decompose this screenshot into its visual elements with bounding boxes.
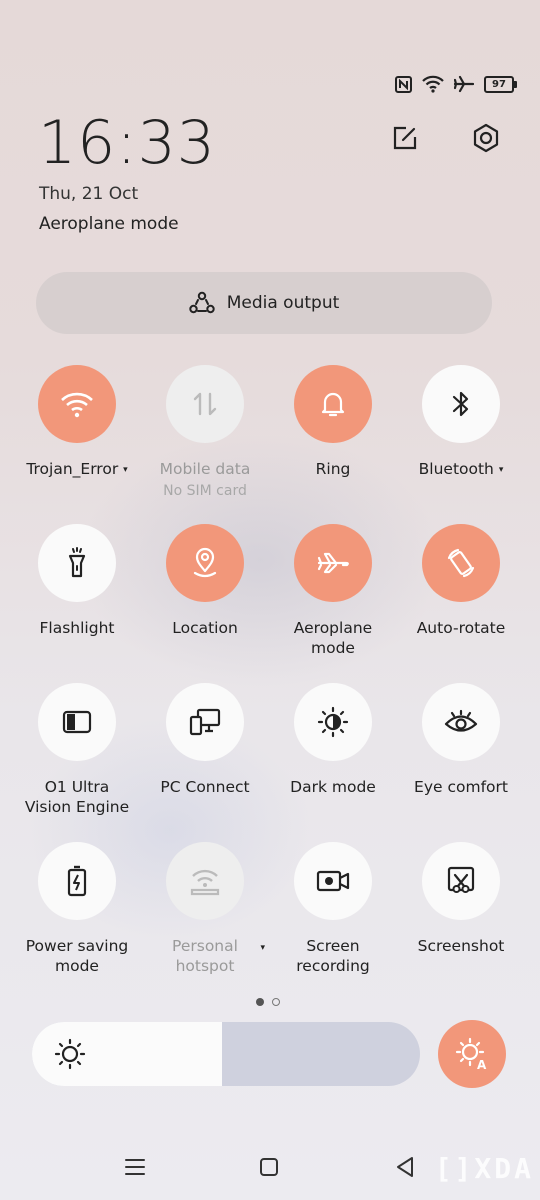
tile-wifi-toggle[interactable]: [38, 365, 116, 443]
bluetooth-icon: [452, 391, 469, 417]
tile-eye-comfort-toggle[interactable]: [422, 683, 500, 761]
nfc-icon: [395, 75, 412, 93]
settings-button[interactable]: [466, 118, 506, 158]
brightness-slider[interactable]: [32, 1022, 420, 1086]
tile-bluetooth-toggle[interactable]: [422, 365, 500, 443]
tile-personal-hotspot-label[interactable]: Personal hotspot ▾: [141, 936, 269, 976]
menu-icon[interactable]: [124, 1158, 146, 1176]
tile-screenshot[interactable]: Screenshot: [397, 842, 525, 956]
bluetooth-caret-icon[interactable]: ▾: [499, 465, 504, 475]
battery-indicator: 97: [484, 75, 517, 93]
wifi-status-icon: [422, 75, 444, 93]
tile-auto-rotate-label: Auto-rotate: [416, 619, 506, 637]
dark-mode-icon: [317, 706, 349, 738]
tile-power-saving-label: Power saving mode: [25, 937, 129, 975]
tile-screen-recording[interactable]: Screen recording: [269, 842, 397, 976]
pc-connect-icon: [189, 708, 221, 736]
tile-auto-rotate-toggle[interactable]: [422, 524, 500, 602]
hotspot-caret-icon[interactable]: ▾: [260, 938, 265, 958]
media-output-label: Media output: [226, 293, 340, 313]
tile-vision-engine-label: O1 Ultra Vision Engine: [24, 778, 130, 816]
bell-icon: [321, 392, 345, 417]
tile-bluetooth-name: Bluetooth: [418, 460, 494, 478]
clock: 16:33: [38, 108, 216, 178]
mobile-data-icon: [193, 392, 217, 416]
tile-power-saving[interactable]: Power saving mode: [13, 842, 141, 976]
tile-pc-connect-label: PC Connect: [160, 778, 250, 796]
tile-eye-comfort[interactable]: Eye comfort: [397, 683, 525, 797]
tile-location[interactable]: Location: [141, 524, 269, 638]
tile-mobile-data[interactable]: Mobile data No SIM card: [141, 365, 269, 503]
tile-eye-comfort-label: Eye comfort: [414, 778, 508, 796]
eye-icon: [444, 709, 478, 732]
tile-auto-rotate[interactable]: Auto-rotate: [397, 524, 525, 638]
tile-aeroplane-mode-label: Aeroplane mode: [293, 619, 373, 657]
media-output-icon: [189, 291, 215, 314]
tile-ring-label: Ring: [315, 460, 351, 478]
battery-saver-icon: [67, 865, 87, 897]
tile-aeroplane-mode[interactable]: Aeroplane mode: [269, 524, 397, 658]
tile-pc-connect-toggle[interactable]: [166, 683, 244, 761]
tile-power-saving-toggle[interactable]: [38, 842, 116, 920]
tile-mobile-data-toggle[interactable]: [166, 365, 244, 443]
page-dot-active[interactable]: [256, 998, 264, 1006]
auto-brightness-icon: A: [455, 1037, 487, 1072]
screen-record-icon: [316, 870, 350, 892]
tile-screen-recording-toggle[interactable]: [294, 842, 372, 920]
home-icon[interactable]: [259, 1157, 279, 1177]
media-output-button[interactable]: Media output: [36, 272, 492, 334]
tile-dark-mode-label: Dark mode: [290, 778, 376, 796]
tile-location-toggle[interactable]: [166, 524, 244, 602]
tile-bluetooth[interactable]: Bluetooth ▾: [397, 365, 525, 480]
auto-rotate-icon: [447, 548, 475, 578]
tile-ring[interactable]: Ring: [269, 365, 397, 479]
tile-flashlight-label: Flashlight: [39, 619, 115, 637]
edit-button[interactable]: [385, 118, 425, 158]
page-indicator: [256, 998, 280, 1006]
tile-wifi-name: Trojan_Error: [26, 460, 119, 478]
tile-flashlight[interactable]: Flashlight: [13, 524, 141, 638]
tile-wifi[interactable]: Trojan_Error ▾: [13, 365, 141, 480]
status-mode-text: Aeroplane mode: [39, 214, 179, 234]
tile-screenshot-label: Screenshot: [417, 937, 505, 955]
status-bar: 97: [395, 72, 517, 96]
gear-icon: [473, 123, 499, 153]
tile-personal-hotspot[interactable]: Personal hotspot ▾: [141, 842, 269, 976]
svg-text:A: A: [477, 1058, 487, 1072]
tile-dark-mode-toggle[interactable]: [294, 683, 372, 761]
flashlight-icon: [68, 547, 86, 578]
edit-icon: [393, 126, 417, 150]
page-dot[interactable]: [272, 998, 280, 1006]
wifi-caret-icon[interactable]: ▾: [123, 465, 128, 475]
tile-screenshot-toggle[interactable]: [422, 842, 500, 920]
tile-mobile-data-label: Mobile data: [159, 460, 251, 478]
hotspot-icon: [190, 869, 220, 896]
tile-personal-hotspot-toggle[interactable]: [166, 842, 244, 920]
tile-location-label: Location: [172, 619, 238, 637]
xda-watermark: []XDA: [434, 1152, 534, 1185]
wifi-icon: [61, 392, 93, 418]
back-icon[interactable]: [395, 1156, 415, 1178]
tile-vision-engine-toggle[interactable]: [38, 683, 116, 761]
tile-flashlight-toggle[interactable]: [38, 524, 116, 602]
vision-engine-icon: [62, 710, 92, 734]
tile-personal-hotspot-name: Personal hotspot: [172, 937, 238, 975]
tile-ring-toggle[interactable]: [294, 365, 372, 443]
date: Thu, 21 Oct: [39, 184, 139, 204]
tile-bluetooth-label[interactable]: Bluetooth ▾: [397, 459, 525, 480]
tile-screen-recording-label: Screen recording: [296, 937, 370, 975]
tile-mobile-data-sub: No SIM card: [163, 483, 247, 499]
airplane-status-icon: [454, 75, 474, 93]
tile-wifi-label[interactable]: Trojan_Error ▾: [13, 459, 141, 480]
tile-pc-connect[interactable]: PC Connect: [141, 683, 269, 797]
tile-aeroplane-mode-toggle[interactable]: [294, 524, 372, 602]
auto-brightness-button[interactable]: A: [438, 1020, 506, 1088]
location-icon: [193, 547, 217, 578]
tile-dark-mode[interactable]: Dark mode: [269, 683, 397, 797]
brightness-icon: [54, 1038, 86, 1070]
tile-vision-engine[interactable]: O1 Ultra Vision Engine: [13, 683, 141, 817]
screenshot-icon: [447, 866, 475, 893]
airplane-icon: [317, 552, 349, 574]
